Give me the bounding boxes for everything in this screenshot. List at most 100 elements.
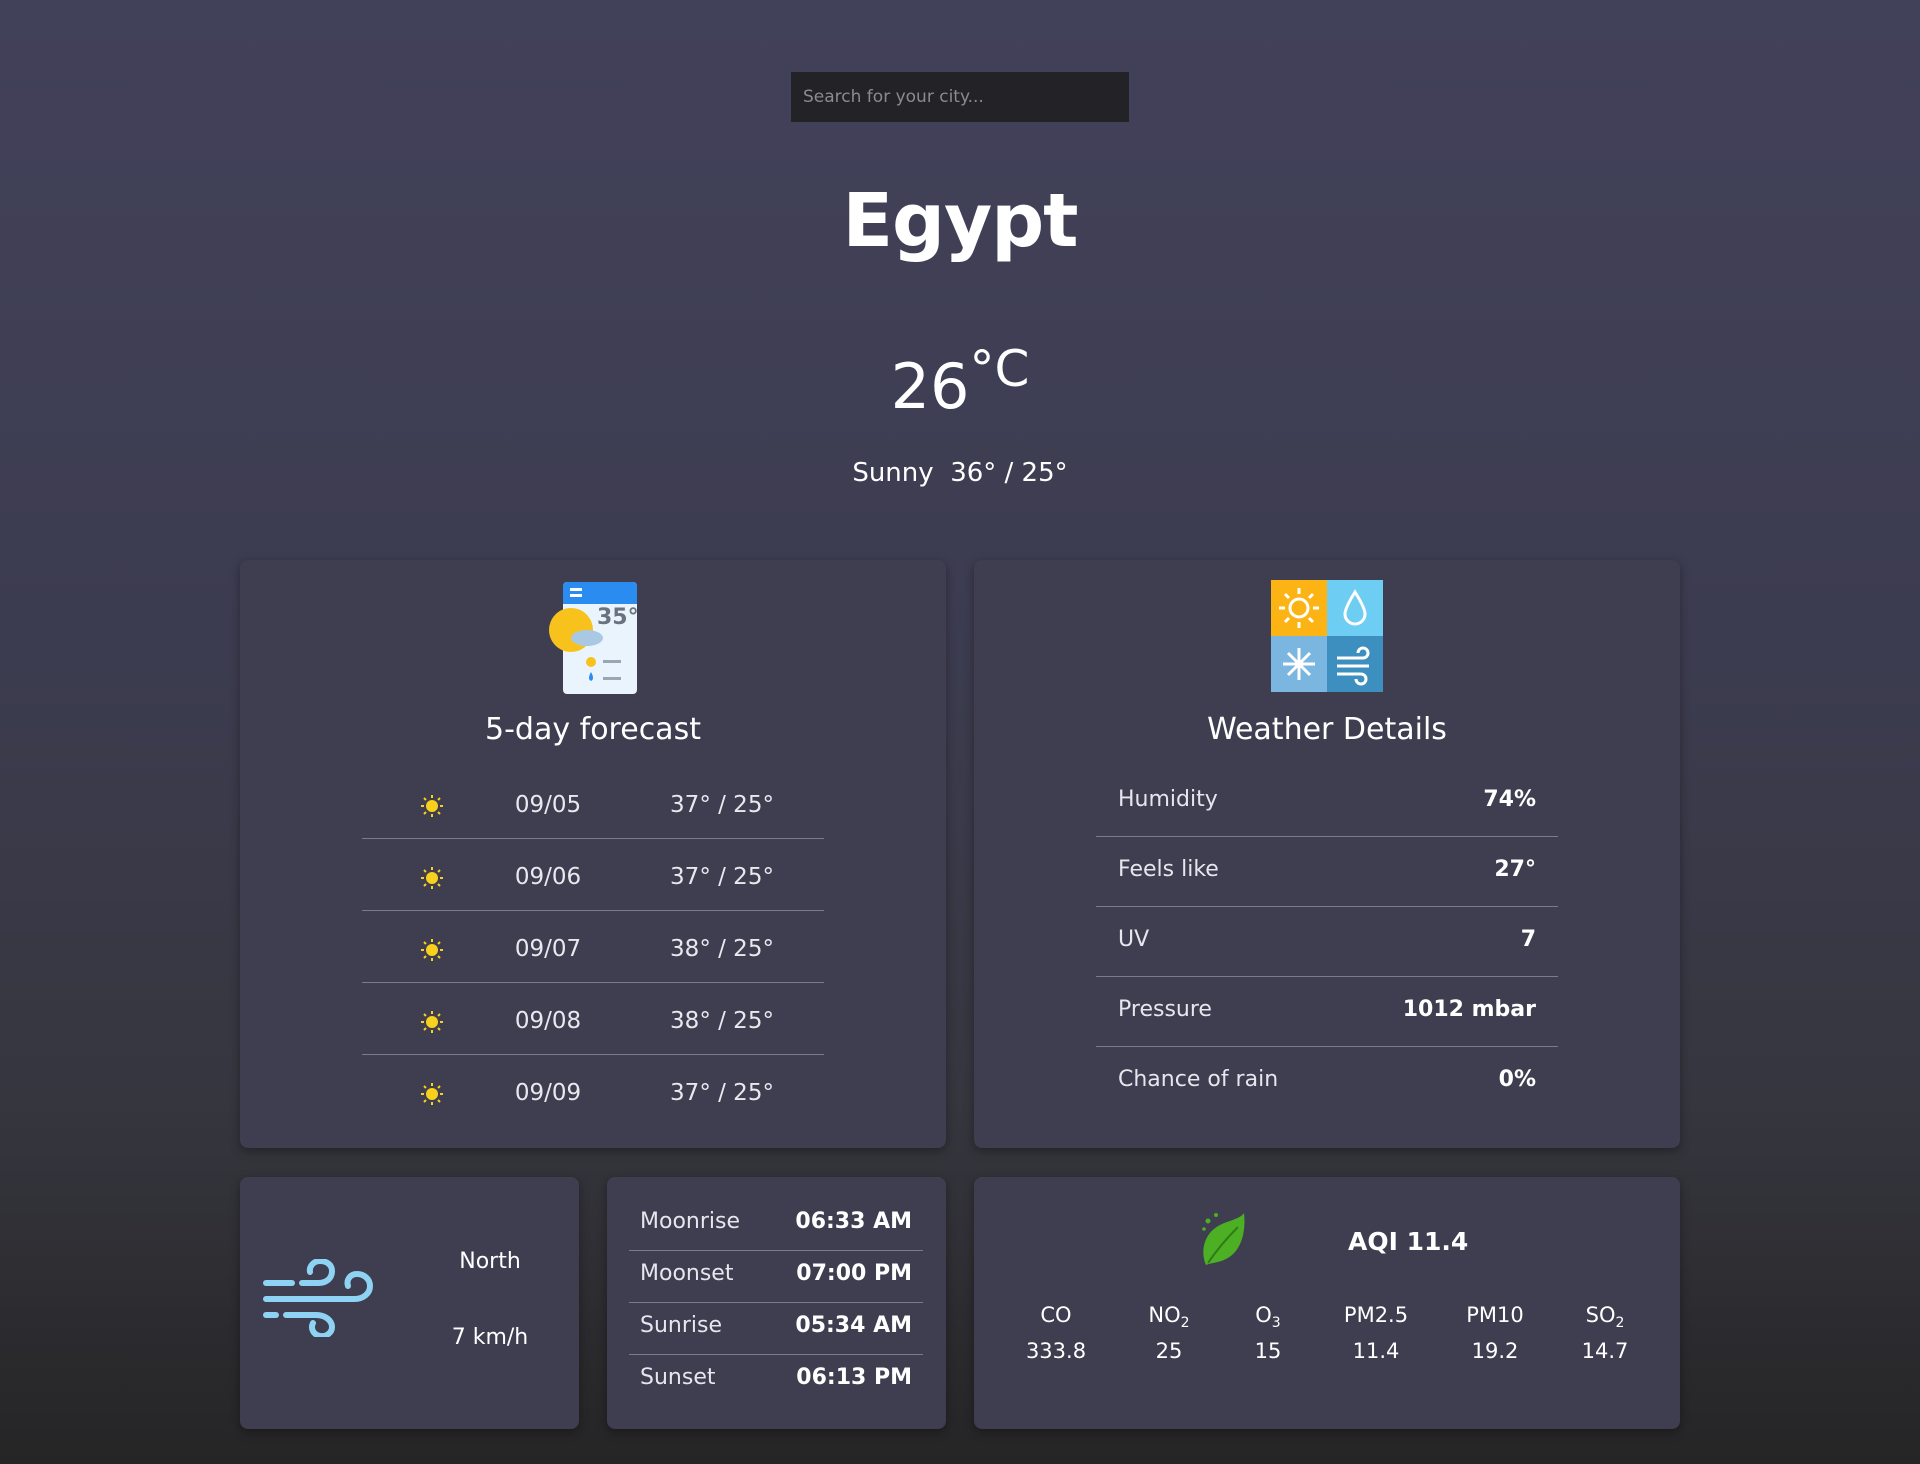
pollutant-value: 15 — [1254, 1339, 1282, 1364]
pollutant-value: 14.7 — [1581, 1339, 1629, 1364]
pollutant-subscript: 2 — [1180, 1315, 1190, 1332]
pollutant-value: 333.8 — [1025, 1339, 1087, 1364]
detail-label: Feels like — [1118, 857, 1219, 882]
detail-label: Humidity — [1118, 787, 1218, 812]
forecast-date: 09/07 — [514, 936, 582, 962]
svg-text:35°: 35° — [597, 605, 639, 630]
weather-details-icon — [974, 580, 1680, 696]
pollutant-name: PM10 — [1445, 1303, 1545, 1331]
pollutant-value: 19.2 — [1471, 1339, 1519, 1364]
forecast-row: 09/05 37° / 25° — [362, 770, 824, 842]
astro-value: 05:34 AM — [795, 1313, 912, 1338]
astro-label: Sunrise — [640, 1313, 723, 1338]
pollutant-symbol: PM2.5 — [1343, 1303, 1409, 1327]
current-temperature: 26°C — [0, 340, 1920, 423]
forecast-range: 38° / 25° — [670, 936, 774, 962]
pollutant-pm10: PM10 19.2 — [1445, 1303, 1545, 1363]
forecast-row: 09/07 38° / 25° — [362, 914, 824, 986]
astro-label: Moonset — [640, 1261, 734, 1286]
calendar-weather-icon: 35° — [240, 580, 946, 702]
astro-value: 06:13 PM — [796, 1365, 912, 1390]
forecast-date: 09/05 — [514, 792, 582, 818]
forecast-title: 5-day forecast — [485, 712, 701, 747]
forecast-date: 09/09 — [514, 1080, 582, 1106]
astro-value: 07:00 PM — [796, 1261, 912, 1286]
sun-icon — [420, 1082, 444, 1112]
pollutant-name: NO2 — [1119, 1303, 1219, 1331]
forecast-range: 37° / 25° — [670, 792, 774, 818]
sun-icon — [420, 1010, 444, 1040]
forecast-card: 35° 5-day forecast 09/05 37° / 25° 09/06… — [240, 560, 946, 1148]
pollutant-value: 25 — [1155, 1339, 1183, 1364]
aqi-title: AQI 11.4 — [1348, 1227, 1469, 1256]
divider — [362, 838, 824, 839]
forecast-range: 38° / 25° — [670, 1008, 774, 1034]
astro-label: Sunset — [640, 1365, 716, 1390]
astro-row-sunrise: Sunrise 05:34 AM — [629, 1301, 923, 1353]
forecast-range: 37° / 25° — [670, 864, 774, 890]
forecast-date: 09/06 — [514, 864, 582, 890]
pollutant-name: CO — [1006, 1303, 1106, 1331]
pollutant-pm25: PM2.5 11.4 — [1326, 1303, 1426, 1363]
wind-icon — [262, 1257, 376, 1341]
astro-label: Moonrise — [640, 1209, 740, 1234]
temperature-unit: °C — [969, 340, 1030, 398]
pollutant-no2: NO2 25 — [1119, 1303, 1219, 1363]
high-low-text: 36° / 25° — [950, 458, 1068, 488]
detail-row-pressure: Pressure 1012 mbar — [1096, 977, 1558, 1047]
forecast-row: 09/08 38° / 25° — [362, 986, 824, 1058]
divider — [362, 1054, 824, 1055]
pollutant-symbol: PM10 — [1466, 1303, 1524, 1327]
pollutant-name: SO2 — [1555, 1303, 1655, 1331]
pollutant-co: CO 333.8 — [1006, 1303, 1106, 1363]
forecast-row: 09/09 37° / 25° — [362, 1058, 824, 1130]
astro-value: 06:33 AM — [795, 1209, 912, 1234]
pollutant-name: PM2.5 — [1326, 1303, 1426, 1331]
pollutant-value: 11.4 — [1352, 1339, 1400, 1364]
detail-value: 74% — [1483, 787, 1536, 812]
temperature-value: 26 — [890, 350, 970, 423]
leaf-icon — [1198, 1207, 1246, 1271]
detail-row-feels-like: Feels like 27° — [1096, 837, 1558, 907]
astro-row-moonset: Moonset 07:00 PM — [629, 1249, 923, 1301]
detail-value: 7 — [1520, 927, 1536, 952]
astro-card: Moonrise 06:33 AM Moonset 07:00 PM Sunri… — [607, 1177, 946, 1429]
forecast-date: 09/08 — [514, 1008, 582, 1034]
pollutant-symbol: SO — [1585, 1303, 1616, 1327]
pollutant-subscript: 3 — [1271, 1315, 1281, 1332]
air-quality-card: AQI 11.4 CO 333.8 NO2 25 O3 15 PM2.5 11.… — [974, 1177, 1680, 1429]
wind-direction: North — [459, 1249, 521, 1274]
current-summary: Sunny 36° / 25° — [0, 458, 1920, 488]
detail-value: 27° — [1494, 857, 1536, 882]
detail-row-chance-of-rain: Chance of rain 0% — [1096, 1047, 1558, 1117]
detail-label: Chance of rain — [1118, 1067, 1279, 1092]
pollutant-symbol: NO — [1148, 1303, 1181, 1327]
detail-row-uv: UV 7 — [1096, 907, 1558, 977]
detail-label: Pressure — [1118, 997, 1212, 1022]
wind-speed: 7 km/h — [451, 1325, 529, 1350]
astro-row-moonrise: Moonrise 06:33 AM — [629, 1197, 923, 1249]
detail-label: UV — [1118, 927, 1150, 952]
wind-card: North 7 km/h — [240, 1177, 579, 1429]
pollutant-symbol: O — [1255, 1303, 1272, 1327]
pollutant-name: O3 — [1218, 1303, 1318, 1331]
divider — [362, 910, 824, 911]
city-name: Egypt — [842, 178, 1078, 264]
search-input[interactable] — [791, 72, 1129, 122]
pollutant-symbol: CO — [1040, 1303, 1072, 1327]
detail-value: 0% — [1498, 1067, 1536, 1092]
weather-details-title: Weather Details — [1207, 712, 1447, 747]
sun-icon — [420, 938, 444, 968]
sun-icon — [420, 866, 444, 896]
detail-value: 1012 mbar — [1402, 997, 1536, 1022]
detail-row-humidity: Humidity 74% — [1096, 767, 1558, 837]
astro-row-sunset: Sunset 06:13 PM — [629, 1353, 923, 1405]
condition-text: Sunny — [852, 458, 934, 488]
pollutant-o3: O3 15 — [1218, 1303, 1318, 1363]
divider — [362, 982, 824, 983]
pollutant-so2: SO2 14.7 — [1555, 1303, 1655, 1363]
forecast-row: 09/06 37° / 25° — [362, 842, 824, 914]
pollutant-subscript: 2 — [1615, 1315, 1625, 1332]
weather-details-card: Weather Details Humidity 74% Feels like … — [974, 560, 1680, 1148]
sun-icon — [420, 794, 444, 824]
